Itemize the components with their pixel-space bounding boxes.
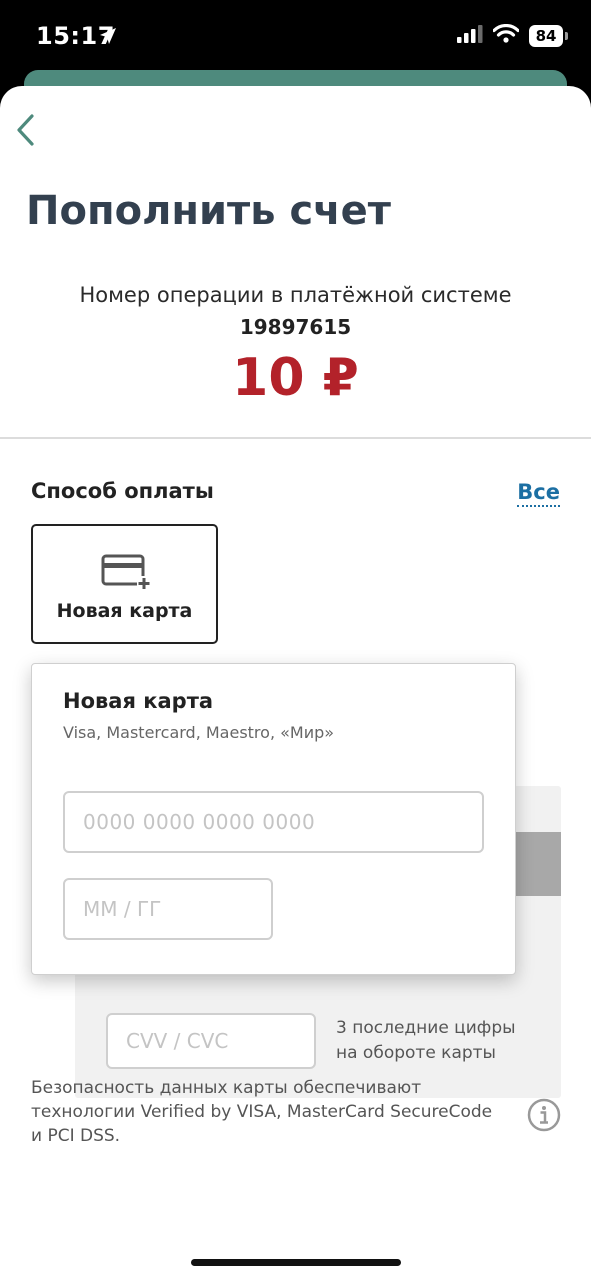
phone-screen: 15:17 84 Пополнить счет Номер операции в… [0,0,591,1280]
section-divider [0,437,591,439]
add-card-icon [101,554,151,594]
new-card-form: Новая карта Visa, Mastercard, Maestro, «… [31,663,516,975]
all-methods-link[interactable]: Все [517,480,560,507]
operation-number: 19897615 [239,315,352,339]
new-card-method-tile[interactable]: Новая карта [31,524,218,644]
back-button[interactable] [10,110,40,150]
cvv-hint: 3 последние цифры на обороте карты [336,1018,516,1063]
card-form-subtitle: Visa, Mastercard, Maestro, «Мир» [63,723,335,742]
payment-amount: 10 ₽ [232,348,359,408]
info-icon[interactable] [527,1098,561,1136]
status-indicators: 84 [457,23,568,47]
security-notice: Безопасность данных карты обеспечивают т… [31,1078,493,1146]
cvv-input[interactable] [106,1013,316,1069]
card-form-title: Новая карта [63,689,214,713]
operation-label: Номер операции в платёжной системе [79,283,512,307]
card-number-input[interactable] [63,791,484,853]
status-bar: 15:17 84 [0,0,591,70]
payment-method-label: Способ оплаты [31,479,214,503]
home-indicator[interactable] [191,1259,401,1266]
battery-indicator: 84 [529,24,568,47]
cellular-signal-icon [457,24,483,47]
chevron-left-icon [17,114,34,146]
new-card-tile-label: Новая карта [56,600,193,622]
location-arrow-icon [99,27,117,49]
magnetic-stripe [516,832,561,896]
wifi-icon [492,23,520,47]
expiry-date-input[interactable] [63,878,273,940]
page-title: Пополнить счет [26,188,391,234]
